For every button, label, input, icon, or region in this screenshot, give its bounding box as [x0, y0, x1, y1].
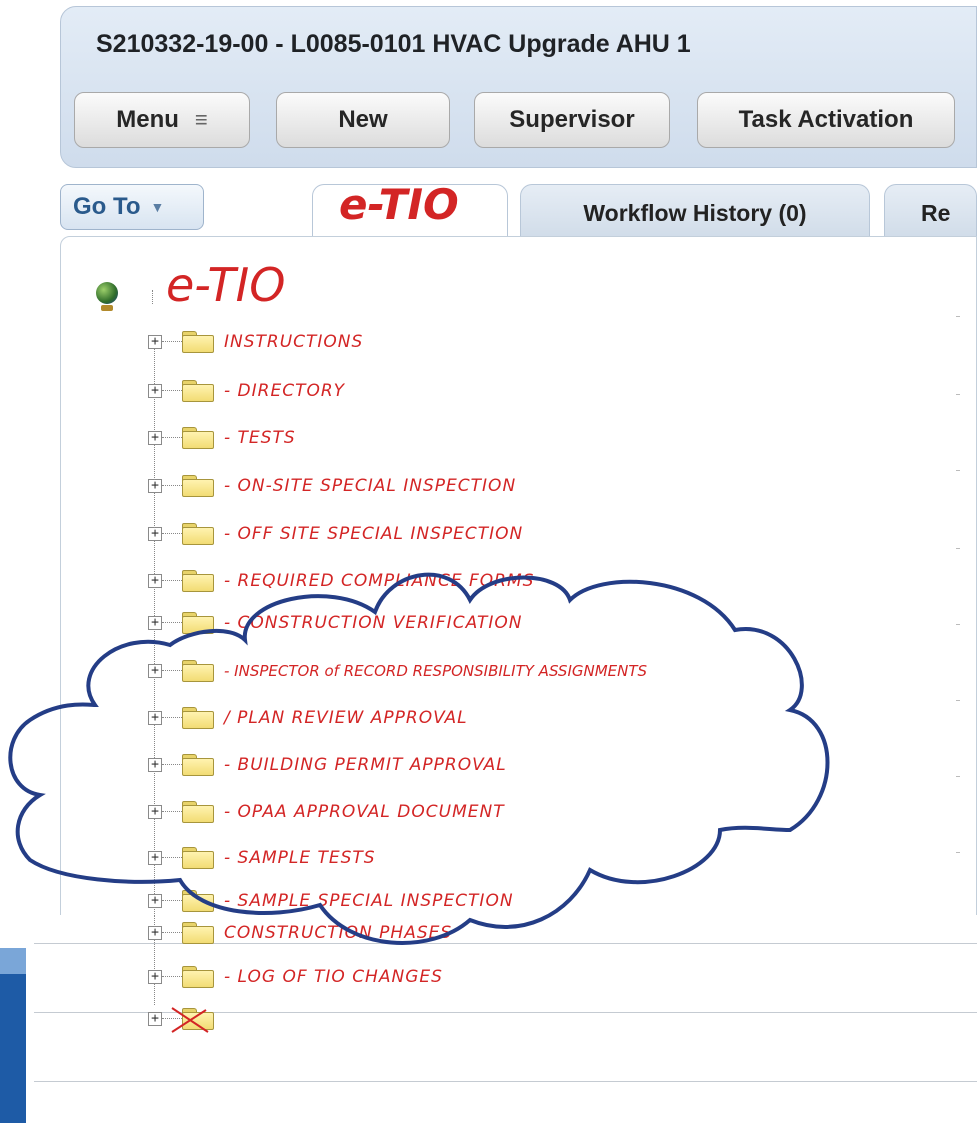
revision-cloud	[8, 572, 830, 945]
